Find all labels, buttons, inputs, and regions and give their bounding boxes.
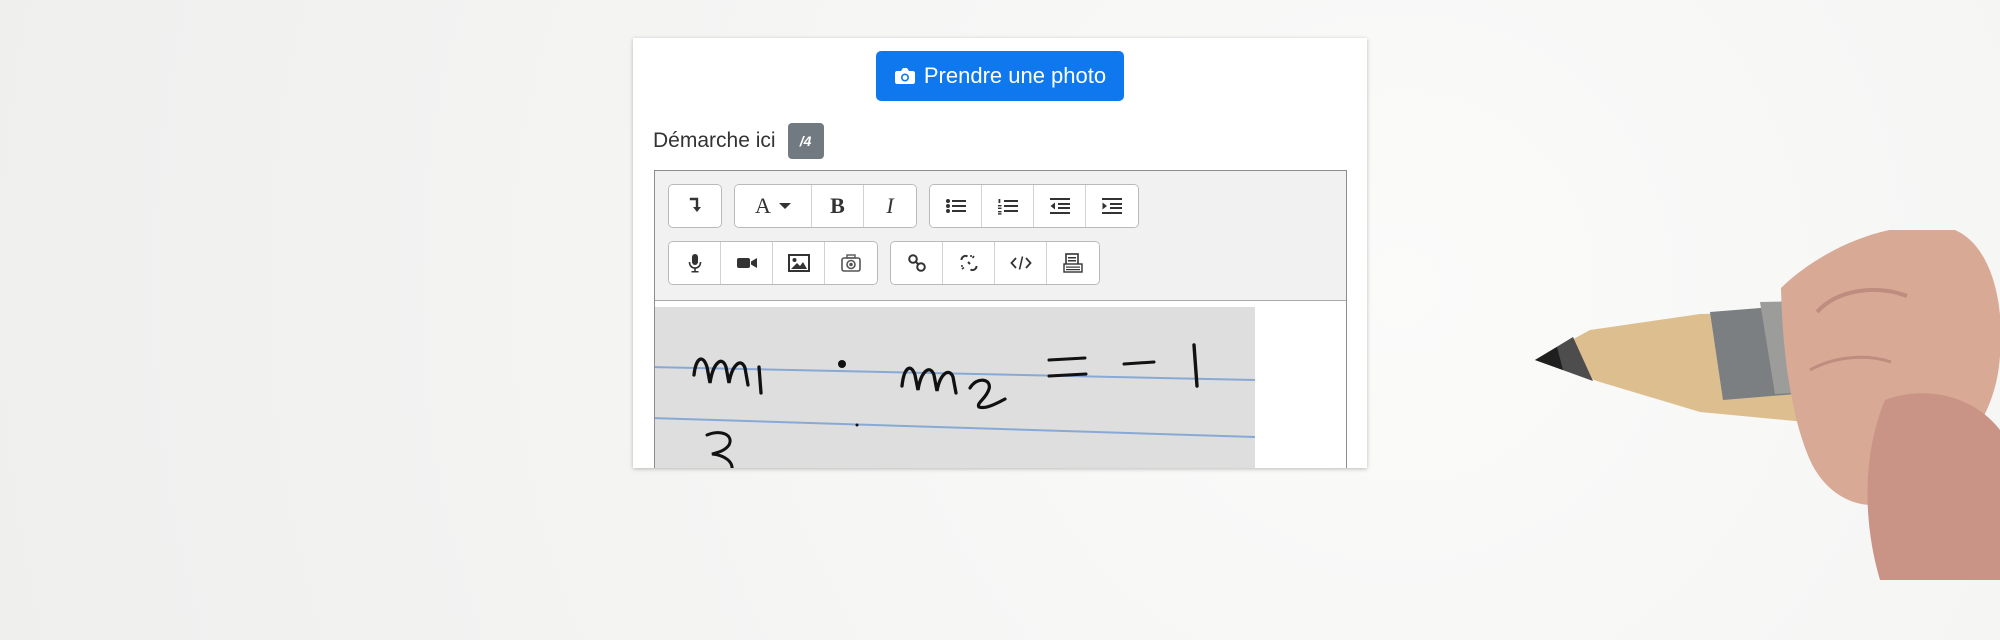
html-source-button[interactable] bbox=[995, 242, 1047, 284]
toolbar-group-media bbox=[668, 241, 878, 285]
link-icon bbox=[907, 253, 927, 273]
answer-label: Démarche ici bbox=[653, 129, 776, 152]
toolbar-group-history bbox=[668, 184, 722, 228]
indent-icon bbox=[1101, 197, 1123, 215]
microphone-icon bbox=[687, 253, 703, 273]
editor-content-area[interactable] bbox=[655, 307, 1255, 468]
undo-redo-icon bbox=[687, 197, 703, 215]
clean-paste-button[interactable] bbox=[1047, 242, 1099, 284]
chevron-down-icon bbox=[778, 203, 791, 209]
unlink-icon bbox=[959, 253, 979, 273]
question-card: Prendre une photo Démarche ici /4 A B I bbox=[633, 38, 1367, 468]
bullet-list-button[interactable] bbox=[930, 185, 982, 227]
toolbar-group-text-format: A B I bbox=[734, 184, 917, 228]
editor-toolbar: A B I bbox=[655, 171, 1346, 301]
outdent-icon bbox=[1049, 197, 1071, 215]
toolbar-row-1: A B I bbox=[668, 184, 1139, 228]
bold-button[interactable]: B bbox=[812, 185, 864, 227]
rich-text-editor: A B I bbox=[654, 170, 1347, 468]
take-photo-tool-button[interactable] bbox=[825, 242, 877, 284]
record-audio-button[interactable] bbox=[669, 242, 721, 284]
numbered-list-button[interactable] bbox=[982, 185, 1034, 227]
toolbar-group-lists bbox=[929, 184, 1139, 228]
camera-icon bbox=[840, 253, 862, 273]
font-dropdown-button[interactable]: A bbox=[735, 185, 812, 227]
insert-link-button[interactable] bbox=[891, 242, 943, 284]
camera-icon bbox=[894, 67, 916, 85]
bullet-list-icon bbox=[945, 197, 967, 215]
toolbar-group-links bbox=[890, 241, 1100, 285]
font-icon: A bbox=[755, 193, 771, 218]
italic-icon: I bbox=[886, 193, 894, 218]
score-badge: /4 bbox=[787, 123, 824, 159]
italic-button[interactable]: I bbox=[864, 185, 916, 227]
video-camera-icon bbox=[736, 255, 758, 271]
undo-redo-button[interactable] bbox=[669, 185, 721, 227]
remove-link-button[interactable] bbox=[943, 242, 995, 284]
bold-icon: B bbox=[830, 193, 845, 218]
handwritten-solution-image bbox=[655, 307, 1255, 468]
insert-image-button[interactable] bbox=[773, 242, 825, 284]
record-video-button[interactable] bbox=[721, 242, 773, 284]
take-photo-button[interactable]: Prendre une photo bbox=[876, 51, 1124, 101]
answer-label-row: Démarche ici /4 bbox=[653, 123, 824, 159]
toolbar-row-2 bbox=[668, 241, 1100, 285]
indent-button[interactable] bbox=[1086, 185, 1138, 227]
numbered-list-icon bbox=[997, 197, 1019, 215]
image-icon bbox=[787, 254, 810, 272]
outdent-button[interactable] bbox=[1034, 185, 1086, 227]
clean-paste-icon bbox=[1063, 252, 1083, 274]
code-icon bbox=[1009, 255, 1032, 271]
take-photo-label: Prendre une photo bbox=[923, 63, 1107, 88]
